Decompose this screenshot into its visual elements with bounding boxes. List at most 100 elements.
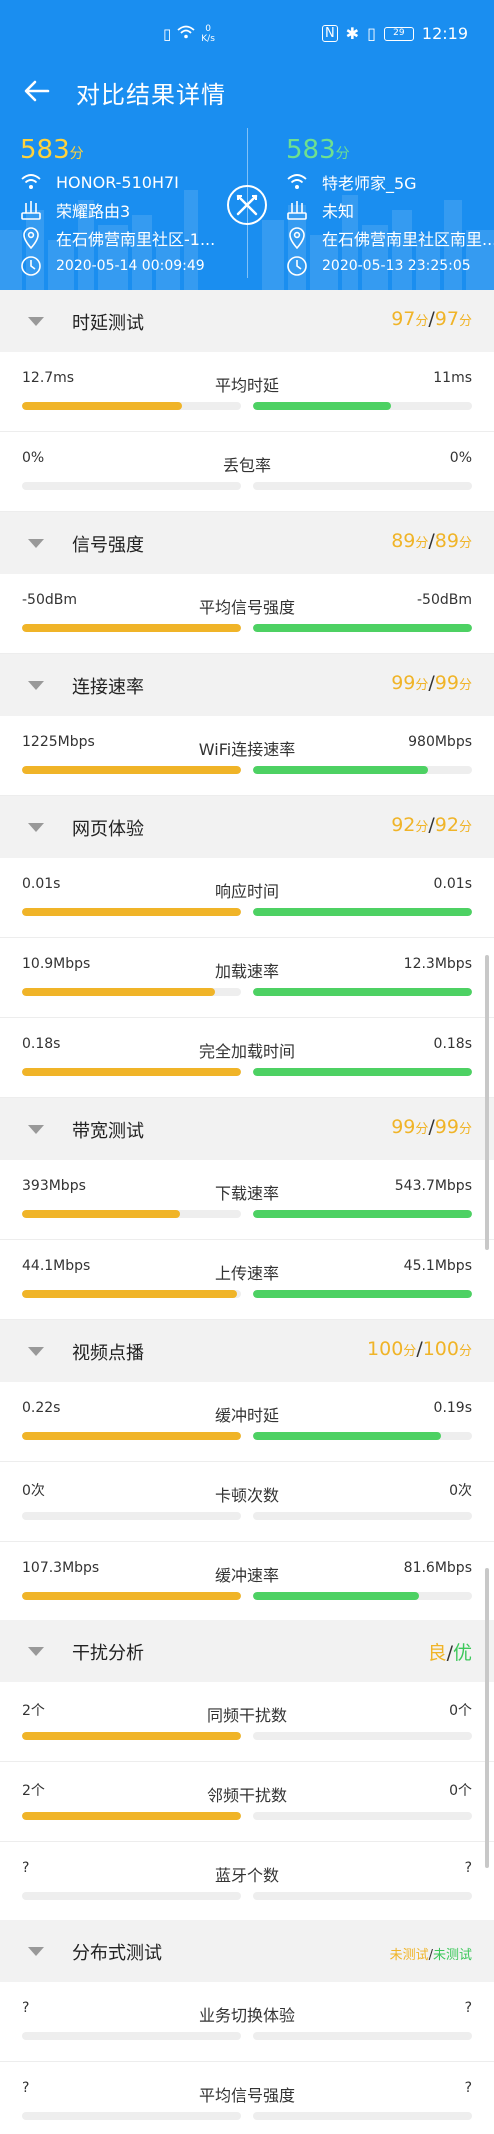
left-ssid: HONOR-510H7I — [56, 172, 179, 192]
right-value: 0.18s — [433, 1036, 472, 1052]
collapse-triangle-icon[interactable] — [28, 1647, 44, 1656]
right-bar-track — [253, 1290, 472, 1298]
section-score: 89分/89分 — [391, 530, 472, 552]
section-header-web[interactable]: 网页体验 92分/92分 — [0, 796, 494, 858]
left-bar-track — [22, 766, 241, 774]
metric-row: 2个 邻频干扰数 0个 — [0, 1762, 494, 1842]
nfc-icon: N — [321, 25, 338, 42]
left-bar-fill — [22, 1210, 180, 1218]
metric-name: 完全加载时间 — [198, 1042, 295, 1061]
section-header-distributed[interactable]: 分布式测试 未测试/未测试 — [0, 1920, 494, 1982]
right-bar-track — [253, 908, 472, 916]
metric-row: 0.22s 缓冲时延 0.19s — [0, 1382, 494, 1462]
metric-row: -50dBm 平均信号强度 -50dBm — [0, 574, 494, 654]
section-header-signal[interactable]: 信号强度 89分/89分 — [0, 512, 494, 574]
right-bar-fill — [253, 402, 391, 410]
left-bar-fill — [22, 402, 182, 410]
back-arrow-icon[interactable] — [22, 76, 52, 106]
right-value: 0.19s — [433, 1400, 472, 1416]
right-bar-track — [253, 1892, 472, 1900]
metric-name: 响应时间 — [214, 882, 279, 901]
left-bar-track — [22, 2112, 241, 2120]
metric-row: 1225Mbps WiFi连接速率 980Mbps — [0, 716, 494, 796]
right-total-score: 583分 — [286, 135, 350, 165]
right-bar-track — [253, 1068, 472, 1076]
left-bar-track — [22, 482, 241, 490]
metric-name: 平均时延 — [214, 376, 279, 395]
left-bar-track — [22, 1210, 241, 1218]
right-bar-track — [253, 1732, 472, 1740]
right-ssid: 特老师家_5G — [322, 174, 417, 193]
status-bar: ▯ 0 K/s N ✱ ▯ 29 12:19 — [0, 0, 494, 60]
right-value: ? — [464, 2080, 472, 2096]
metric-row: 0次 卡顿次数 0次 — [0, 1462, 494, 1542]
section-header-bandwidth[interactable]: 带宽测试 99分/99分 — [0, 1098, 494, 1160]
right-bar-fill — [253, 1432, 442, 1440]
wifi-icon — [287, 174, 307, 189]
section-title: 连接速率 — [72, 677, 144, 698]
metric-row: 107.3Mbps 缓冲速率 81.6Mbps — [0, 1542, 494, 1622]
metric-row: 0.01s 响应时间 0.01s — [0, 858, 494, 938]
collapse-triangle-icon[interactable] — [28, 1125, 44, 1134]
section-title: 信号强度 — [72, 535, 144, 556]
right-bar-fill — [253, 908, 472, 916]
section-title: 时延测试 — [72, 313, 144, 334]
collapse-triangle-icon[interactable] — [28, 1347, 44, 1356]
section-header-link-rate[interactable]: 连接速率 99分/99分 — [0, 654, 494, 716]
right-value: 0.01s — [433, 876, 472, 892]
metric-name: 卡顿次数 — [214, 1486, 279, 1505]
left-test-time: 2020-05-14 00:09:49 — [56, 258, 205, 274]
right-router: 未知 — [322, 202, 355, 221]
metric-name: 缓冲时延 — [214, 1406, 279, 1425]
sim-icon: ▯ — [163, 25, 172, 43]
right-value: ? — [464, 1860, 472, 1876]
section-header-latency[interactable]: 时延测试 97分/97分 — [0, 290, 494, 352]
right-bar-fill — [253, 766, 429, 774]
right-bar-track — [253, 624, 472, 632]
metric-name: 业务切换体验 — [198, 2006, 295, 2025]
left-bar-fill — [22, 766, 241, 774]
left-bar-track — [22, 908, 241, 916]
metric-row: 393Mbps 下载速率 543.7Mbps — [0, 1160, 494, 1240]
clock: 12:19 — [421, 24, 468, 43]
network-speed: 0 K/s — [201, 24, 215, 44]
bluetooth-icon: ✱ — [345, 24, 360, 43]
left-bar-track — [22, 1892, 241, 1900]
right-value: 543.7Mbps — [394, 1178, 472, 1194]
right-value: 980Mbps — [408, 734, 472, 750]
right-bar-track — [253, 1432, 472, 1440]
nav-bar: 对比结果详情 — [0, 60, 494, 124]
right-value: 45.1Mbps — [403, 1258, 472, 1274]
left-bar-track — [22, 988, 241, 996]
clock-icon — [21, 256, 41, 276]
left-bar-fill — [22, 1592, 241, 1600]
section-header-video[interactable]: 视频点播 100分/100分 — [0, 1320, 494, 1382]
section-title: 干扰分析 — [72, 1643, 144, 1664]
section-header-interference[interactable]: 干扰分析 良/优 — [0, 1620, 494, 1682]
right-location: 在石佛营南里社区南里... — [322, 230, 494, 249]
collapse-triangle-icon[interactable] — [28, 823, 44, 832]
left-bar-fill — [22, 1290, 237, 1298]
scrollbar[interactable] — [485, 1568, 489, 1868]
left-bar-fill — [22, 1068, 241, 1076]
metric-row: 10.9Mbps 加载速率 12.3Mbps — [0, 938, 494, 1018]
right-value: ? — [464, 2000, 472, 2016]
right-bar-fill — [253, 988, 472, 996]
collapse-triangle-icon[interactable] — [28, 681, 44, 690]
collapse-triangle-icon[interactable] — [28, 317, 44, 326]
metric-row: 2个 同频干扰数 0个 — [0, 1682, 494, 1762]
collapse-triangle-icon[interactable] — [28, 1947, 44, 1956]
left-bar-track — [22, 1068, 241, 1076]
right-bar-track — [253, 1512, 472, 1520]
header: ▯ 0 K/s N ✱ ▯ 29 12:19 对比结果详情 583分 HONOR-… — [0, 0, 494, 290]
left-bar-track — [22, 402, 241, 410]
metric-name: 蓝牙个数 — [214, 1866, 279, 1885]
collapse-triangle-icon[interactable] — [28, 539, 44, 548]
section-score: 97分/97分 — [391, 308, 472, 330]
metric-row: 12.7ms 平均时延 11ms — [0, 352, 494, 432]
router-icon — [21, 201, 41, 220]
left-bar-track — [22, 2032, 241, 2040]
scrollbar[interactable] — [485, 955, 489, 1250]
right-bar-fill — [253, 1068, 472, 1076]
section-score: 92分/92分 — [391, 814, 472, 836]
